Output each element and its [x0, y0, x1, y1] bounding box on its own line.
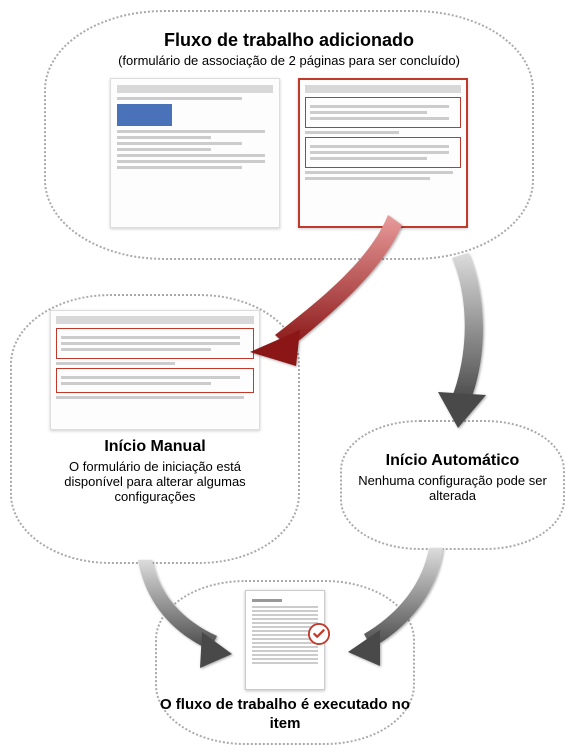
auto-start-title: Início Automático: [342, 452, 563, 470]
association-form-page-1-thumb: [110, 78, 280, 228]
manual-start-title: Início Manual: [12, 438, 298, 456]
item-document-icon: [245, 590, 325, 690]
association-form-thumbnails: [46, 78, 532, 228]
arrow-to-auto-start: [438, 253, 486, 428]
auto-start-desc: Nenhuma configuração pode ser alterada: [342, 473, 563, 503]
manual-start-desc: O formulário de iniciação está disponíve…: [12, 459, 298, 504]
workflow-added-bubble: Fluxo de trabalho adicionado (formulário…: [44, 10, 534, 260]
check-circle-icon: [308, 623, 330, 645]
workflow-added-subtitle: (formulário de associação de 2 páginas p…: [46, 53, 532, 68]
workflow-added-title: Fluxo de trabalho adicionado: [46, 30, 532, 51]
manual-start-bubble: Início Manual O formulário de iniciação …: [10, 294, 300, 564]
template-selector-icon: [117, 104, 172, 126]
workflow-runs-bubble: O fluxo de trabalho é executado no item: [155, 580, 415, 745]
association-form-page-2-thumb: [298, 78, 468, 228]
workflow-runs-title: O fluxo de trabalho é executado no item: [157, 696, 413, 734]
auto-start-bubble: Início Automático Nenhuma configuração p…: [340, 420, 565, 550]
initiation-form-thumb: [50, 310, 260, 430]
